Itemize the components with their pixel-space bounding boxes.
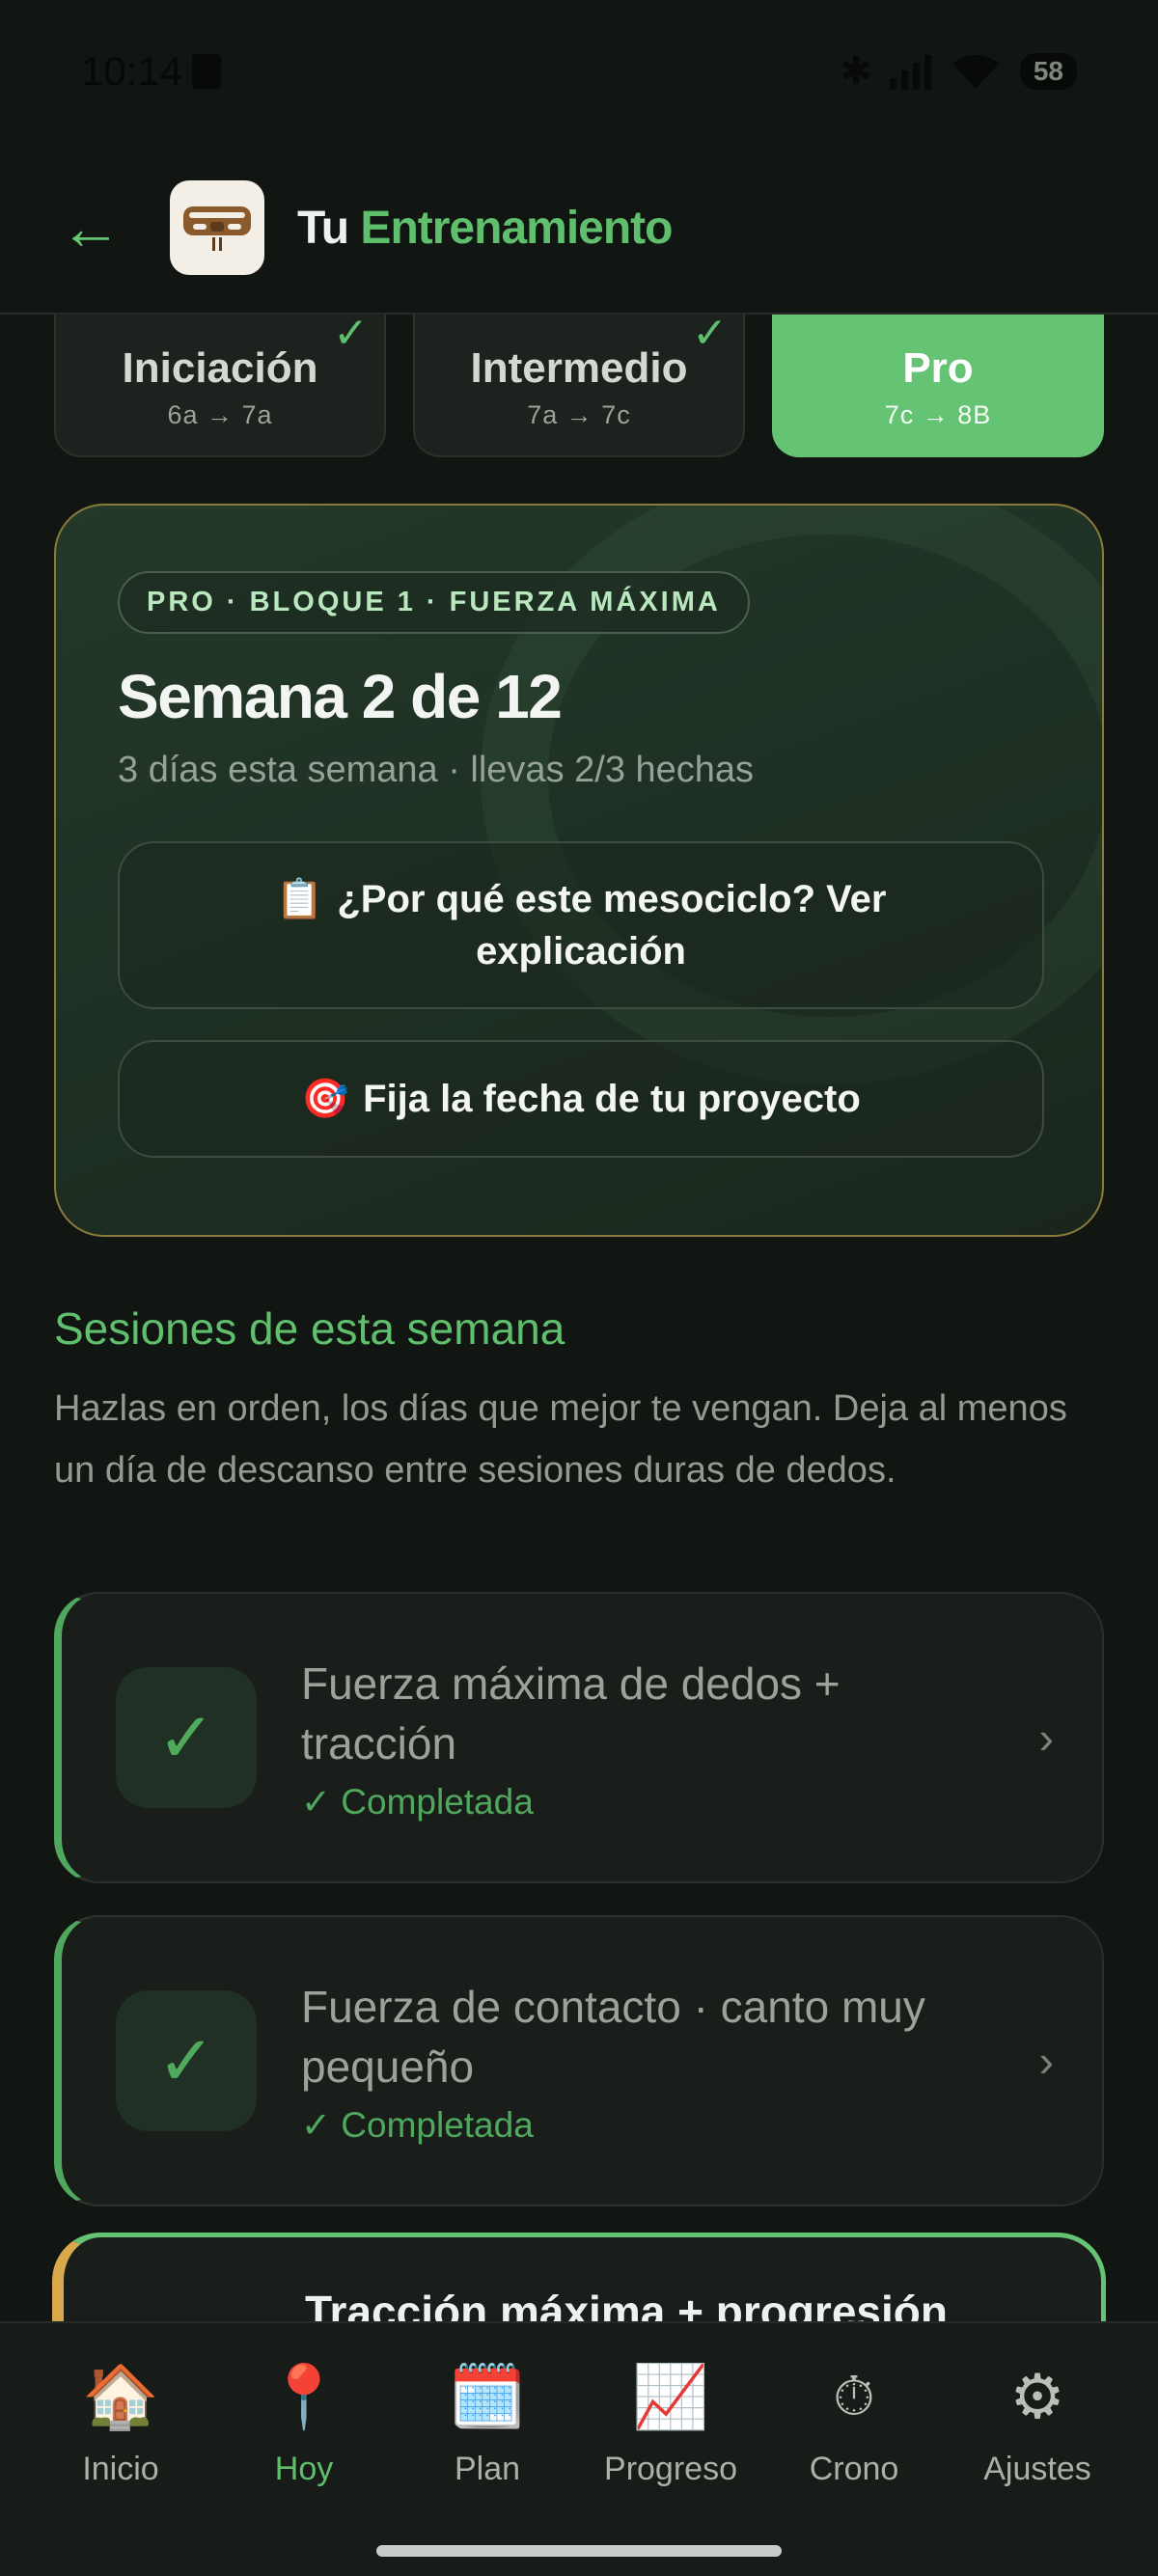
nav-item-plan[interactable]: 🗓️ Plan xyxy=(405,2358,569,2488)
app-header: ← Tu Entrenamiento xyxy=(0,143,1158,315)
level-tab-iniciacion[interactable]: ✓ Iniciación 6a → 7a xyxy=(54,310,386,457)
session-info: Fuerza de contacto · canto muy pequeño ✓… xyxy=(301,1977,977,2146)
app-logo-icon xyxy=(170,180,264,275)
nav-label: Ajustes xyxy=(983,2451,1091,2487)
level-tab-pro[interactable]: Pro 7c → 8B xyxy=(772,315,1104,457)
pin-icon: 📍 xyxy=(265,2362,343,2431)
completed-check-icon: ✓ xyxy=(692,310,728,357)
session-status: ✓ Completada xyxy=(301,1781,534,1822)
level-tab-intermedio[interactable]: ✓ Intermedio 7a → 7c xyxy=(413,310,745,457)
stopwatch-icon: ⏱ xyxy=(833,2366,875,2426)
block-badge: PRO · BLOQUE 1 · FUERZA MÁXIMA xyxy=(118,571,750,634)
bluetooth-icon: ✱ xyxy=(840,50,872,93)
current-week-card: PRO · BLOQUE 1 · FUERZA MÁXIMA Semana 2 … xyxy=(54,504,1104,1237)
screen: 10:14 ✱ 58 ← Tu Entrenamiento ✓ Iniciaci… xyxy=(0,0,1158,2576)
house-icon: 🏠 xyxy=(82,2362,159,2431)
nav-label: Progreso xyxy=(604,2451,737,2487)
session-done-check-icon: ✓ xyxy=(116,1667,257,1808)
target-icon: 🎯 xyxy=(301,1078,350,1120)
wifi-icon xyxy=(951,54,999,89)
back-arrow-icon[interactable]: ← xyxy=(60,197,170,259)
session-info: Fuerza máxima de dedos + tracción ✓ Comp… xyxy=(301,1654,977,1822)
session-done-check-icon: ✓ xyxy=(116,1990,257,2131)
battery-indicator: 58 xyxy=(1019,53,1077,90)
completed-check-icon: ✓ xyxy=(333,310,369,357)
session-title: Fuerza máxima de dedos + tracción xyxy=(301,1658,841,1768)
level-name: Iniciación xyxy=(122,343,318,392)
nav-item-hoy[interactable]: 📍 Hoy xyxy=(222,2358,386,2488)
nav-label: Plan xyxy=(454,2451,521,2487)
level-range: 7a → 7c xyxy=(527,399,631,429)
nav-label: Crono xyxy=(809,2451,899,2487)
why-mesocycle-label: ¿Por qué este mesociclo? Ver explicación xyxy=(337,878,887,973)
chevron-right-icon: › xyxy=(1038,1713,1054,1763)
title-accent: Entrenamiento xyxy=(360,202,673,254)
signal-icon xyxy=(889,53,931,90)
chart-increasing-icon: 📈 xyxy=(632,2362,709,2431)
week-progress-text: 3 días esta semana · llevas 2/3 hechas xyxy=(118,750,755,790)
hangboard-logo-icon xyxy=(183,206,251,251)
nav-label: Inicio xyxy=(82,2451,159,2487)
nav-label: Hoy xyxy=(274,2451,334,2487)
page-title: Tu Entrenamiento xyxy=(297,202,673,255)
week-title: Semana 2 de 12 xyxy=(118,662,563,731)
level-range: 6a → 7a xyxy=(167,399,273,429)
nav-item-inicio[interactable]: 🏠 Inicio xyxy=(39,2358,203,2488)
session-card[interactable]: ✓ Fuerza máxima de dedos + tracción ✓ Co… xyxy=(54,1592,1104,1883)
home-indicator[interactable] xyxy=(376,2545,782,2557)
sim-icon xyxy=(192,54,222,89)
level-name: Intermedio xyxy=(470,343,688,392)
session-title: Fuerza de contacto · canto muy pequeño xyxy=(301,1981,925,2092)
status-icons: ✱ 58 xyxy=(840,49,1077,94)
level-tabs: ✓ Iniciación 6a → 7a ✓ Intermedio 7a → 7… xyxy=(54,310,1104,457)
chevron-right-icon: › xyxy=(1038,2036,1054,2086)
set-project-date-label: Fija la fecha de tu proyecto xyxy=(363,1078,861,1120)
why-mesocycle-button[interactable]: 📋 ¿Por qué este mesociclo? Ver explicació… xyxy=(118,841,1044,1009)
status-time: 10:14 xyxy=(81,48,222,95)
nav-item-crono[interactable]: ⏱ Crono xyxy=(772,2358,936,2488)
sessions-section-title: Sesiones de esta semana xyxy=(54,1303,565,1354)
clock-text: 10:14 xyxy=(81,48,183,94)
calendar-icon: 🗓️ xyxy=(449,2362,526,2431)
sessions-section-description: Hazlas en orden, los días que mejor te v… xyxy=(54,1388,1067,1491)
session-status: ✓ Completada xyxy=(301,2104,534,2145)
level-range: 7c → 8B xyxy=(884,399,992,429)
session-card[interactable]: ✓ Fuerza de contacto · canto muy pequeño… xyxy=(54,1915,1104,2206)
title-plain: Tu xyxy=(297,202,349,254)
status-bar: 10:14 ✱ 58 xyxy=(0,0,1158,143)
level-name: Pro xyxy=(902,343,974,392)
bottom-navigation: 🏠 Inicio 📍 Hoy 🗓️ Plan 📈 Progreso ⏱ Cron… xyxy=(0,2321,1158,2576)
nav-item-ajustes[interactable]: ⚙ Ajustes xyxy=(955,2358,1119,2488)
gear-icon: ⚙ xyxy=(1009,2362,1065,2431)
clipboard-icon: 📋 xyxy=(275,878,324,920)
set-project-date-button[interactable]: 🎯 Fija la fecha de tu proyecto xyxy=(118,1040,1044,1158)
nav-item-progreso[interactable]: 📈 Progreso xyxy=(589,2358,753,2488)
